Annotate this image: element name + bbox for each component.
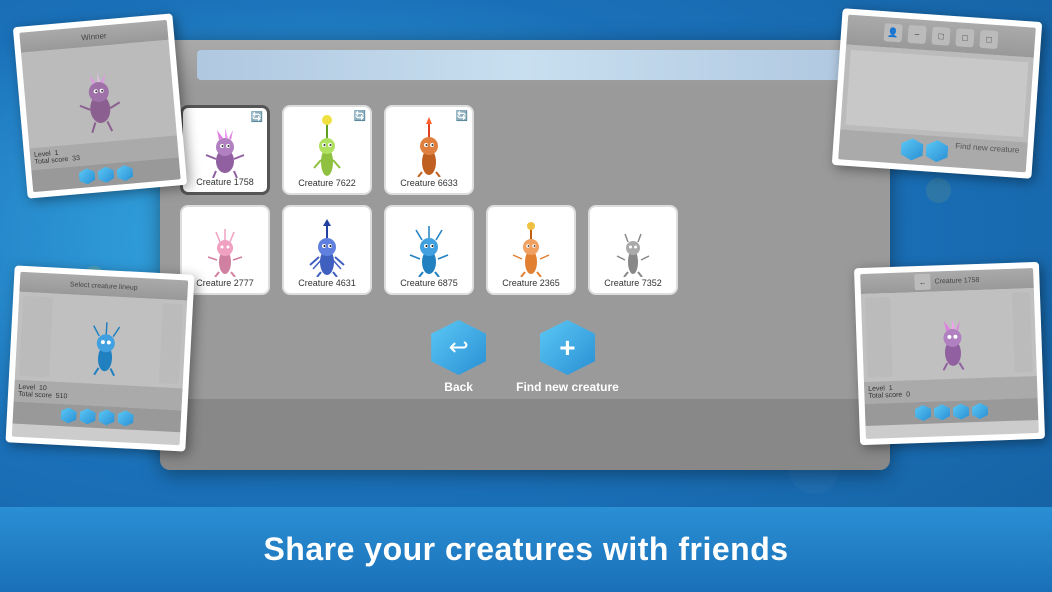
creature-label-1758: Creature 1758 [183, 177, 267, 187]
mini-hex-3[interactable] [116, 164, 133, 181]
creature-label-6633: Creature 6633 [386, 178, 472, 188]
creature-card-7352[interactable]: Creature 7352 [588, 205, 678, 295]
creature-label-7622: Creature 7622 [284, 178, 370, 188]
creature-card-4631[interactable]: Creature 4631 [282, 205, 372, 295]
creature-img-6875 [399, 212, 459, 277]
bl-hex-4[interactable] [117, 410, 134, 427]
creature-img-2365 [501, 212, 561, 277]
creature-label-6875: Creature 6875 [386, 278, 472, 288]
creature-card-7622[interactable]: 🔄 Creature 7622 [282, 105, 372, 195]
creature-row-1: 🔄 Creature 1758 � [180, 105, 870, 195]
creature-card-6633[interactable]: 🔄 Creature 6633 [384, 105, 474, 195]
top-right-hex-2[interactable] [925, 139, 948, 162]
top-right-hex-1[interactable] [900, 138, 923, 161]
bottom-left-card: Select creature lineup Level [5, 265, 194, 451]
top-right-card-body [840, 45, 1033, 143]
bl-hex-2[interactable] [79, 408, 96, 425]
back-button[interactable]: ↩ Back [431, 320, 486, 394]
main-panel: 🔄 Creature 1758 � [160, 40, 890, 470]
panel-top-bar [160, 40, 890, 90]
bottom-right-card-buttons [865, 398, 1039, 426]
br-hex-1[interactable] [915, 405, 932, 422]
find-new-creature-button[interactable]: + Find new creature [516, 320, 619, 394]
panel-content: 🔄 Creature 1758 � [160, 90, 890, 305]
creature-icon-7622: 🔄 [354, 111, 366, 122]
back-hex-icon: ↩ [431, 320, 486, 375]
creature-card-2365[interactable]: Creature 2365 [486, 205, 576, 295]
bottom-right-creature-area [861, 288, 1037, 382]
panel-title-bar [197, 50, 854, 80]
creature-img-1758 [195, 113, 255, 178]
creature-img-4631 [297, 212, 357, 277]
bl-hex-1[interactable] [60, 407, 77, 424]
top-left-card-body [21, 40, 177, 149]
creature-card-1758[interactable]: 🔄 Creature 1758 [180, 105, 270, 195]
share-text: Share your creatures with friends [263, 531, 788, 568]
bl-hex-3[interactable] [98, 409, 115, 426]
bubble-9 [926, 178, 951, 203]
panel-action-buttons: ↩ Back + Find new creature [160, 305, 890, 399]
mini-hex-1[interactable] [78, 168, 95, 185]
creature-label-4631: Creature 4631 [284, 278, 370, 288]
creature-img-7622 [297, 112, 357, 177]
br-hex-3[interactable] [953, 403, 970, 420]
bottom-left-card-creature-area [15, 292, 187, 389]
top-left-creature-svg [66, 52, 133, 137]
back-label: Back [444, 380, 473, 394]
creature-card-6875[interactable]: Creature 6875 [384, 205, 474, 295]
share-banner: Share your creatures with friends [0, 507, 1052, 592]
top-right-card: 👤 − □ □ □ Find new creature [832, 8, 1042, 179]
creature-row-2: Creature 2777 [180, 205, 870, 295]
creature-img-2777 [195, 212, 255, 277]
mini-hex-2[interactable] [97, 166, 114, 183]
top-left-card: Winner [13, 13, 187, 198]
find-new-label: Find new creature [516, 380, 619, 394]
creature-label-2777: Creature 2777 [182, 278, 268, 288]
br-hex-4[interactable] [972, 403, 989, 420]
creature-label-2365: Creature 2365 [488, 278, 574, 288]
creature-icon-6633: 🔄 [456, 111, 468, 122]
find-new-hex-icon: + [540, 320, 595, 375]
bottom-right-card: ← Creature 1758 [854, 262, 1045, 445]
br-hex-2[interactable] [934, 404, 951, 421]
creature-label-7352: Creature 7352 [590, 278, 676, 288]
creature-icon-1758: 🔄 [251, 112, 263, 123]
creature-img-7352 [603, 212, 663, 277]
creature-img-6633 [399, 112, 459, 177]
